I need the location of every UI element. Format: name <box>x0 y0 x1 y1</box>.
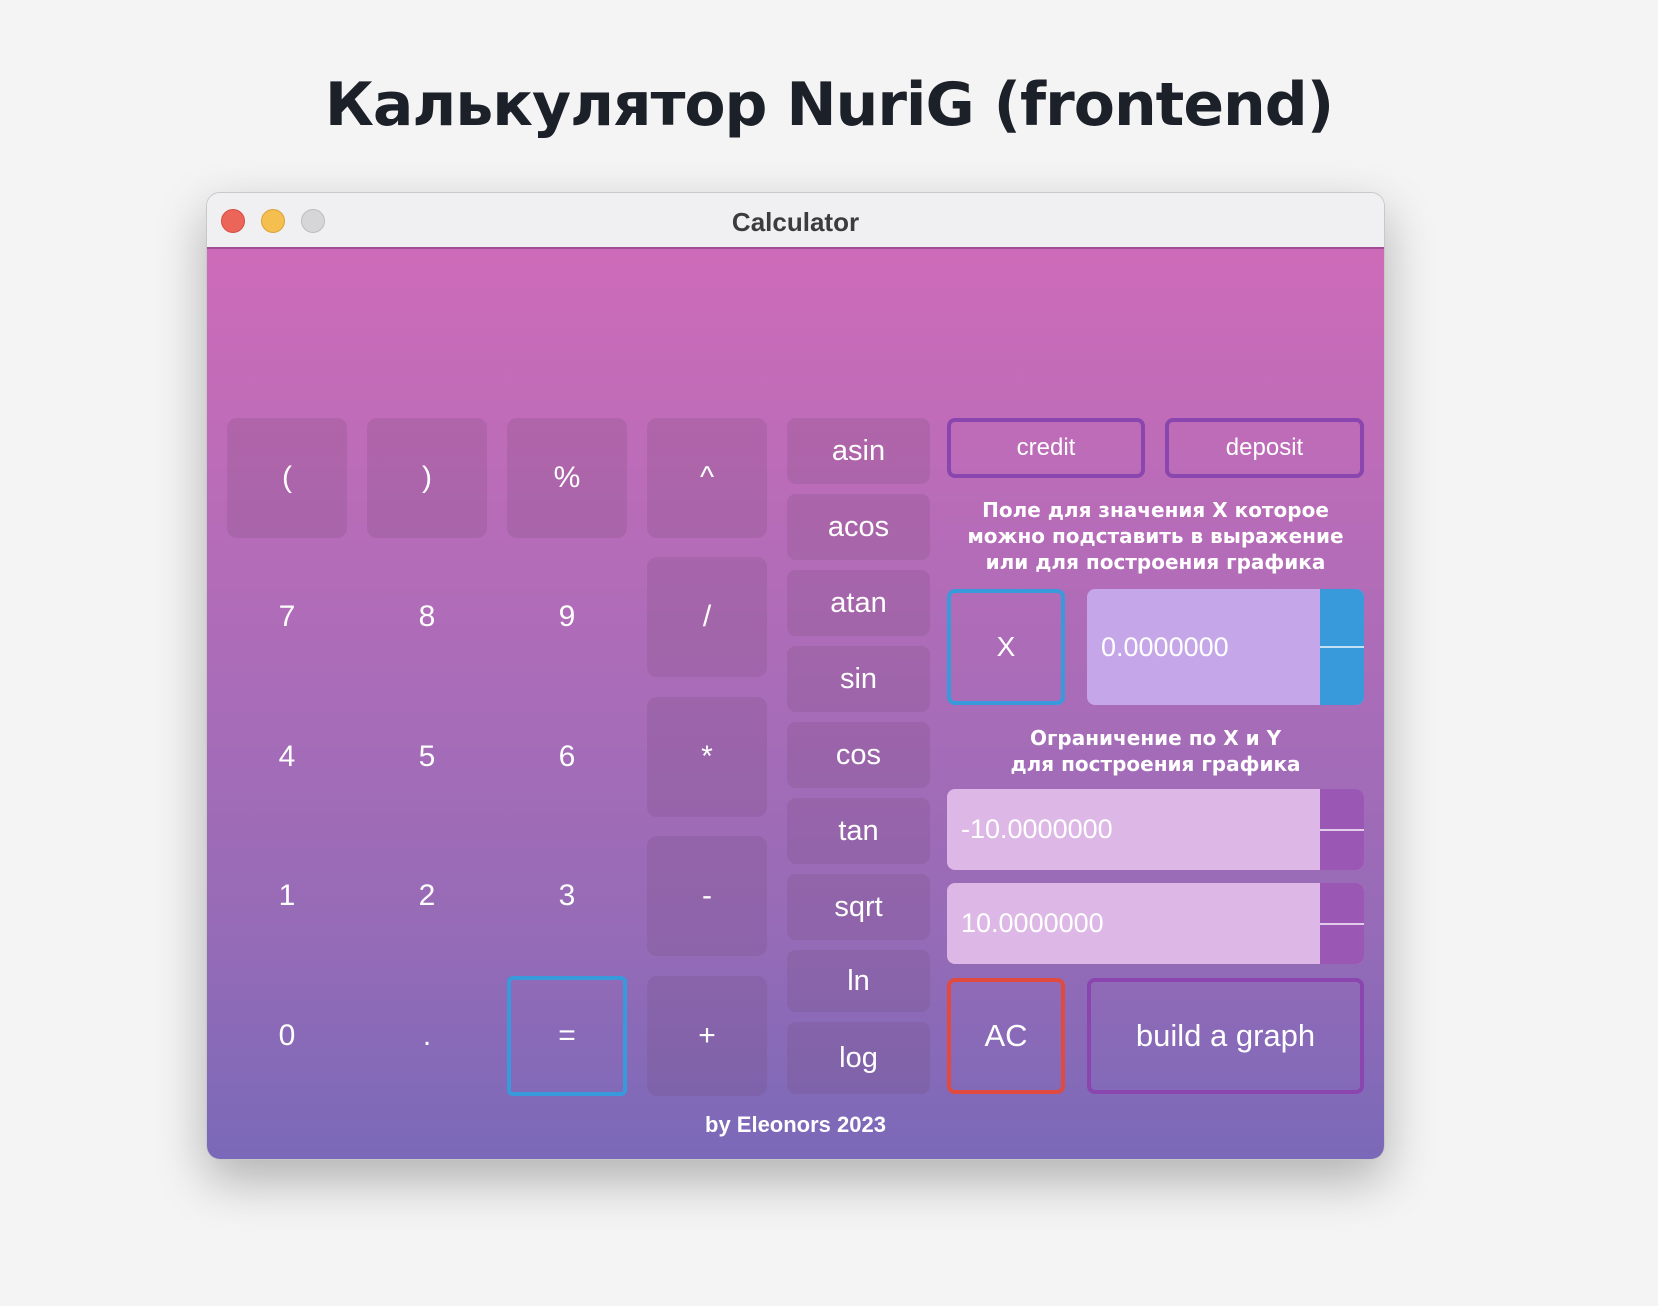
build-graph-button[interactable]: build a graph <box>1087 978 1364 1094</box>
range-min-text[interactable]: -10.0000000 <box>947 789 1320 870</box>
title-bar: Calculator <box>207 193 1384 249</box>
range-label: Ограничение по X и Y для построения граф… <box>947 725 1364 777</box>
page-title: Калькулятор NuriG (frontend) <box>324 70 1334 140</box>
key-3[interactable]: 3 <box>507 836 627 956</box>
stepper-up[interactable] <box>1320 789 1364 831</box>
x-value-text[interactable]: 0.0000000 <box>1087 589 1320 705</box>
clear-all-button[interactable]: AC <box>947 978 1065 1094</box>
func-sqrt[interactable]: sqrt <box>787 874 930 940</box>
key-1[interactable]: 1 <box>227 836 347 956</box>
range-max-stepper[interactable] <box>1320 883 1364 964</box>
key-plus[interactable]: + <box>647 976 767 1096</box>
key-4[interactable]: 4 <box>227 697 347 817</box>
range-max-text[interactable]: 10.0000000 <box>947 883 1320 964</box>
credit-button[interactable]: credit <box>947 418 1145 478</box>
func-atan[interactable]: atan <box>787 570 930 636</box>
func-asin[interactable]: asin <box>787 418 930 484</box>
x-insert-button[interactable]: X <box>947 589 1065 705</box>
key-lparen[interactable]: ( <box>227 418 347 538</box>
func-cos[interactable]: cos <box>787 722 930 788</box>
key-rparen[interactable]: ) <box>367 418 487 538</box>
footer-credit: by Eleonors 2023 <box>705 1112 886 1137</box>
stepper-down[interactable] <box>1320 925 1364 965</box>
key-percent[interactable]: % <box>507 418 627 538</box>
key-dot[interactable]: . <box>367 976 487 1096</box>
x-value-stepper[interactable] <box>1320 589 1364 705</box>
range-min-input[interactable]: -10.0000000 <box>947 789 1364 870</box>
key-power[interactable]: ^ <box>647 418 767 538</box>
x-label-line: можно подставить в выражение <box>967 524 1344 548</box>
func-tan[interactable]: tan <box>787 798 930 864</box>
func-ln[interactable]: ln <box>787 950 930 1012</box>
x-value-input[interactable]: 0.0000000 <box>1087 589 1364 705</box>
key-0[interactable]: 0 <box>227 976 347 1096</box>
key-divide[interactable]: / <box>647 557 767 677</box>
key-8[interactable]: 8 <box>367 557 487 677</box>
calculator-body: ( ) % ^ 7 8 9 / 4 5 6 * 1 2 3 - 0 . = + … <box>207 249 1384 1159</box>
func-sin[interactable]: sin <box>787 646 930 712</box>
key-2[interactable]: 2 <box>367 836 487 956</box>
range-max-input[interactable]: 10.0000000 <box>947 883 1364 964</box>
key-9[interactable]: 9 <box>507 557 627 677</box>
range-min-stepper[interactable] <box>1320 789 1364 870</box>
key-7[interactable]: 7 <box>227 557 347 677</box>
stepper-down[interactable] <box>1320 831 1364 871</box>
x-value-label: Поле для значения X которое можно подста… <box>947 497 1364 575</box>
window-title: Calculator <box>731 207 860 237</box>
deposit-button[interactable]: deposit <box>1165 418 1364 478</box>
key-minus[interactable]: - <box>647 836 767 956</box>
x-label-line: или для построения графика <box>985 550 1326 574</box>
calculator-window: Calculator ( ) % ^ 7 8 9 / 4 5 6 * 1 2 3… <box>206 192 1385 1160</box>
x-label-line: Поле для значения X которое <box>982 498 1329 522</box>
func-log[interactable]: log <box>787 1022 930 1094</box>
range-label-line: Ограничение по X и Y <box>1029 726 1282 750</box>
range-label-line: для построения графика <box>1010 752 1301 776</box>
stepper-down[interactable] <box>1320 648 1364 705</box>
key-multiply[interactable]: * <box>647 697 767 817</box>
stepper-up[interactable] <box>1320 589 1364 648</box>
key-5[interactable]: 5 <box>367 697 487 817</box>
key-equals[interactable]: = <box>507 976 627 1096</box>
key-6[interactable]: 6 <box>507 697 627 817</box>
func-acos[interactable]: acos <box>787 494 930 560</box>
stepper-up[interactable] <box>1320 883 1364 925</box>
